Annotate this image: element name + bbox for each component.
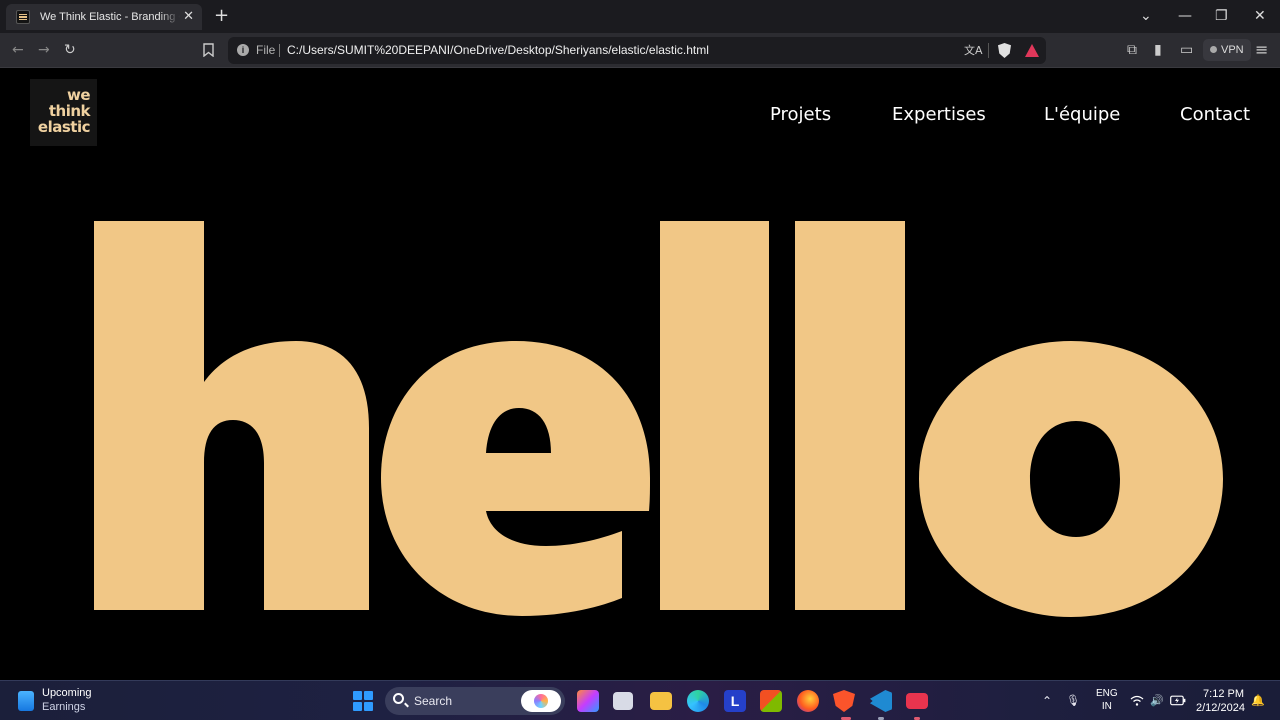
vpn-label: VPN bbox=[1221, 44, 1244, 56]
brave-icon[interactable] bbox=[833, 690, 855, 712]
forward-button[interactable]: → bbox=[38, 40, 50, 60]
brave-shields-icon[interactable] bbox=[998, 43, 1011, 58]
vpn-button[interactable]: VPN bbox=[1203, 39, 1251, 61]
hero-letter-o bbox=[919, 341, 1223, 617]
search-icon bbox=[393, 693, 404, 704]
battery-icon[interactable] bbox=[1170, 695, 1186, 706]
search-label: Search bbox=[414, 694, 453, 708]
address-bar[interactable]: i File C:/Users/SUMIT%20DEEPANI/OneDrive… bbox=[228, 37, 1046, 64]
microsoft-store-icon[interactable] bbox=[760, 690, 782, 712]
language-code: ENG bbox=[1096, 688, 1118, 699]
url-scheme-label: File bbox=[256, 43, 276, 57]
bookmark-icon[interactable] bbox=[203, 43, 214, 57]
language-indicator[interactable]: ENG IN bbox=[1096, 687, 1118, 713]
url-text[interactable]: C:/Users/SUMIT%20DEEPANI/OneDrive/Deskto… bbox=[287, 43, 709, 57]
hero-letter-e bbox=[381, 341, 650, 616]
reload-button[interactable]: ↻ bbox=[64, 40, 76, 60]
edge-icon[interactable] bbox=[687, 690, 709, 712]
back-button[interactable]: ← bbox=[12, 40, 24, 60]
close-window-button[interactable]: ✕ bbox=[1254, 6, 1266, 26]
url-separator bbox=[279, 44, 280, 57]
maximize-button[interactable]: ❐ bbox=[1215, 6, 1228, 26]
widget-title[interactable]: Upcoming bbox=[42, 687, 92, 699]
clock-date: 2/12/2024 bbox=[1196, 702, 1245, 714]
new-tab-button[interactable]: + bbox=[214, 6, 229, 26]
vscode-icon[interactable] bbox=[870, 690, 892, 712]
windows-taskbar: Upcoming Earnings Search L ⌃ 🎙 ENG IN 🔊 … bbox=[0, 680, 1280, 720]
clock-time: 7:12 PM bbox=[1203, 688, 1244, 700]
minimize-button[interactable]: — bbox=[1178, 6, 1192, 26]
widget-subtitle[interactable]: Earnings bbox=[42, 701, 85, 713]
notification-bell-icon[interactable]: 🔔 bbox=[1251, 693, 1265, 709]
omnibox-divider bbox=[988, 43, 989, 58]
tab-search-icon[interactable]: ⌄ bbox=[1140, 6, 1152, 26]
extensions-icon[interactable]: ⧉ bbox=[1127, 40, 1137, 60]
wifi-icon[interactable] bbox=[1130, 695, 1144, 706]
brave-rewards-icon[interactable] bbox=[1025, 44, 1039, 57]
stocks-widget-icon[interactable] bbox=[18, 691, 34, 711]
tab-title: We Think Elastic - Branding • Design bbox=[40, 11, 180, 23]
firefox-icon[interactable] bbox=[797, 690, 819, 712]
tray-chevron-icon[interactable]: ⌃ bbox=[1042, 693, 1052, 709]
file-explorer-icon[interactable] bbox=[650, 692, 672, 710]
system-clock[interactable]: 7:12 PM 2/12/2024 bbox=[1196, 687, 1245, 715]
browser-tab-bar: We Think Elastic - Branding • Design ✕ +… bbox=[0, 0, 1280, 33]
hero-letter-l1 bbox=[660, 221, 769, 610]
browser-toolbar: ← → ↻ i File C:/Users/SUMIT%20DEEPANI/On… bbox=[0, 33, 1280, 68]
microphone-icon[interactable]: 🎙 bbox=[1066, 693, 1080, 709]
microsoft-365-icon[interactable] bbox=[577, 690, 599, 712]
task-view-icon[interactable] bbox=[613, 692, 633, 710]
hero-wordmark: hello bbox=[94, 221, 1223, 617]
vpn-status-icon bbox=[1210, 46, 1217, 53]
wallet-icon[interactable]: ▭ bbox=[1180, 40, 1193, 60]
taskbar-search-box[interactable]: Search bbox=[385, 687, 565, 715]
l-app-icon[interactable]: L bbox=[724, 690, 746, 712]
menu-icon[interactable]: ≡ bbox=[1255, 40, 1268, 60]
recorder-icon[interactable] bbox=[906, 693, 928, 709]
tab-close-icon[interactable]: ✕ bbox=[183, 9, 194, 25]
sidebar-icon[interactable]: ▮ bbox=[1154, 40, 1162, 60]
copilot-icon[interactable] bbox=[521, 690, 561, 712]
windows-start-icon[interactable] bbox=[353, 691, 373, 711]
translate-icon[interactable]: 文A bbox=[964, 42, 983, 59]
browser-tab[interactable]: We Think Elastic - Branding • Design ✕ bbox=[6, 4, 202, 30]
hero-letter-l2 bbox=[795, 221, 905, 610]
region-code: IN bbox=[1101, 701, 1112, 712]
volume-icon[interactable]: 🔊 bbox=[1150, 693, 1164, 709]
web-page: we think elastic Projets Expertises L'éq… bbox=[0, 68, 1280, 680]
site-info-icon[interactable]: i bbox=[237, 44, 249, 56]
hero-letter-h bbox=[94, 221, 369, 610]
site-favicon-icon bbox=[16, 10, 30, 24]
